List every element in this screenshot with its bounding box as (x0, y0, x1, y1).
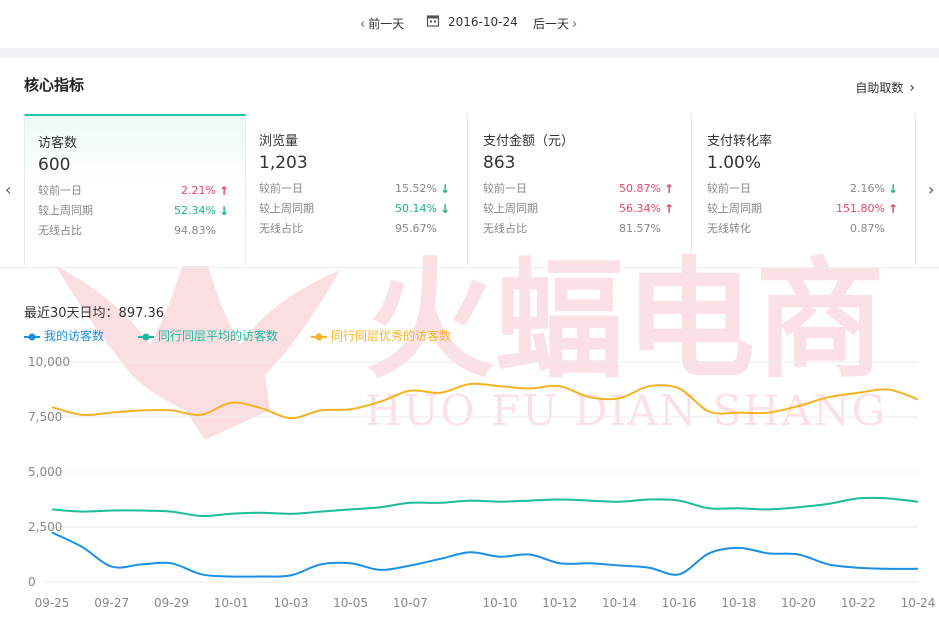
arrow-down-icon: ↓ (439, 182, 450, 196)
x-tick-label: 10-03 (273, 596, 308, 610)
metric-card-payment[interactable]: 支付金额（元） 863 较前一日 50.87% ↑ 较上周同期 56.34% ↑ 无线占… (470, 114, 692, 266)
arrow-down-icon: ↓ (218, 204, 229, 218)
y-tick-label: 10,000 (28, 355, 70, 369)
x-tick-label: 10-16 (662, 596, 697, 610)
metric-row: 较上周同期 56.34% ↑ (483, 199, 679, 219)
arrow-up-icon: ↑ (218, 184, 229, 198)
carousel-next-icon[interactable]: › (928, 180, 934, 199)
series-line-peer_avg (51, 496, 919, 518)
date-nav: ‹ 前一天 2016-10-24 后一天 › (0, 0, 939, 48)
metric-row: 无线占比 81.57% (483, 222, 661, 235)
arrow-down-icon: ↓ (439, 202, 450, 216)
metric-row: 较上周同期 151.80% ↑ (707, 199, 903, 219)
next-day-button[interactable]: 后一天 › (533, 15, 580, 32)
metric-name: 支付转化率 (707, 134, 773, 149)
arrow-up-icon: ↑ (663, 182, 674, 196)
metric-name: 支付金额（元） (483, 134, 575, 149)
metric-row: 无线转化 0.87% (707, 222, 885, 235)
legend-item-peer-top[interactable]: 同行同层优秀的访客数 (311, 327, 451, 344)
carousel-prev-icon[interactable]: ‹ (5, 180, 11, 199)
metric-value: 1.00% (707, 153, 762, 173)
section-divider (0, 48, 939, 58)
metric-row: 较前一日 15.52% ↓ (259, 179, 455, 199)
chevron-left-icon: ‹ (360, 17, 366, 32)
metric-value: 600 (38, 155, 71, 175)
y-tick-label: 0 (28, 575, 36, 589)
x-tick-label: 10-20 (781, 596, 816, 610)
x-tick-label: 10-07 (393, 596, 428, 610)
x-tick-label: 10-10 (482, 596, 517, 610)
arrow-down-icon: ↓ (887, 182, 898, 196)
cards-divider (0, 267, 939, 268)
section-title: 核心指标 (24, 76, 85, 94)
legend-item-mine[interactable]: 我的访客数 (24, 327, 104, 344)
metric-name: 访客数 (38, 136, 78, 151)
metric-row: 较前一日 2.21% ↑ (38, 181, 234, 201)
x-tick-label: 09-25 (35, 596, 70, 610)
y-tick-label: 5,000 (28, 465, 62, 479)
x-tick-label: 10-22 (841, 596, 876, 610)
arrow-up-icon: ↑ (887, 202, 898, 216)
metric-value: 1,203 (259, 153, 308, 173)
x-tick-label: 10-24 (901, 596, 936, 610)
metric-row: 较前一日 50.87% ↑ (483, 179, 679, 199)
prev-day-button[interactable]: ‹ 前一天 (357, 15, 404, 32)
x-tick-label: 10-01 (214, 596, 249, 610)
chevron-right-icon: › (572, 17, 578, 32)
metric-card-visitors[interactable]: 访客数 600 较前一日 2.21% ↑ 较上周同期 52.34% ↓ 无线占比 94.8… (24, 114, 246, 266)
y-tick-label: 7,500 (28, 410, 62, 424)
metric-name: 浏览量 (259, 134, 299, 149)
metric-row: 较上周同期 50.14% ↓ (259, 199, 455, 219)
y-tick-label: 2,500 (28, 520, 62, 534)
legend-item-peer-avg[interactable]: 同行同层平均的访客数 (138, 327, 278, 344)
visitors-line-chart: 0 2,500 5,000 7,500 10,000 09-25 09-27 09-29 10-… (28, 355, 936, 610)
self-fetch-link[interactable]: 自助取数 › (855, 79, 915, 96)
metric-row: 无线占比 95.67% (259, 222, 437, 235)
metric-card-conversion[interactable]: 支付转化率 1.00% 较前一日 2.16% ↓ 较上周同期 151.80% ↑ 无线转… (694, 114, 916, 266)
series-line-mine (51, 531, 919, 578)
x-tick-label: 09-27 (94, 596, 129, 610)
metric-row: 无线占比 94.83% (38, 224, 216, 237)
metric-row: 较上周同期 52.34% ↓ (38, 201, 234, 221)
metric-card-pageviews[interactable]: 浏览量 1,203 较前一日 15.52% ↓ 较上周同期 50.14% ↓ 无线占比 9… (246, 114, 468, 266)
legend-marker-icon (311, 333, 327, 341)
metric-value: 863 (483, 153, 516, 173)
arrow-up-icon: ↑ (663, 202, 674, 216)
legend-marker-icon (24, 333, 40, 341)
x-tick-label: 10-05 (333, 596, 368, 610)
x-tick-label: 09-29 (154, 596, 189, 610)
x-tick-label: 10-18 (721, 596, 756, 610)
chevron-right-icon: › (909, 80, 915, 96)
thirty-day-average: 最近30天日均：897.36 (24, 306, 165, 321)
calendar-icon[interactable] (426, 14, 440, 30)
x-tick-label: 10-12 (542, 596, 577, 610)
legend-marker-icon (138, 333, 154, 341)
metric-cards: 访客数 600 较前一日 2.21% ↑ 较上周同期 52.34% ↓ 无线占比 94.8… (24, 114, 918, 266)
current-date[interactable]: 2016-10-24 (448, 15, 518, 29)
series-line-peer_top (51, 382, 919, 420)
metric-row: 较前一日 2.16% ↓ (707, 179, 903, 199)
x-tick-label: 10-14 (602, 596, 637, 610)
